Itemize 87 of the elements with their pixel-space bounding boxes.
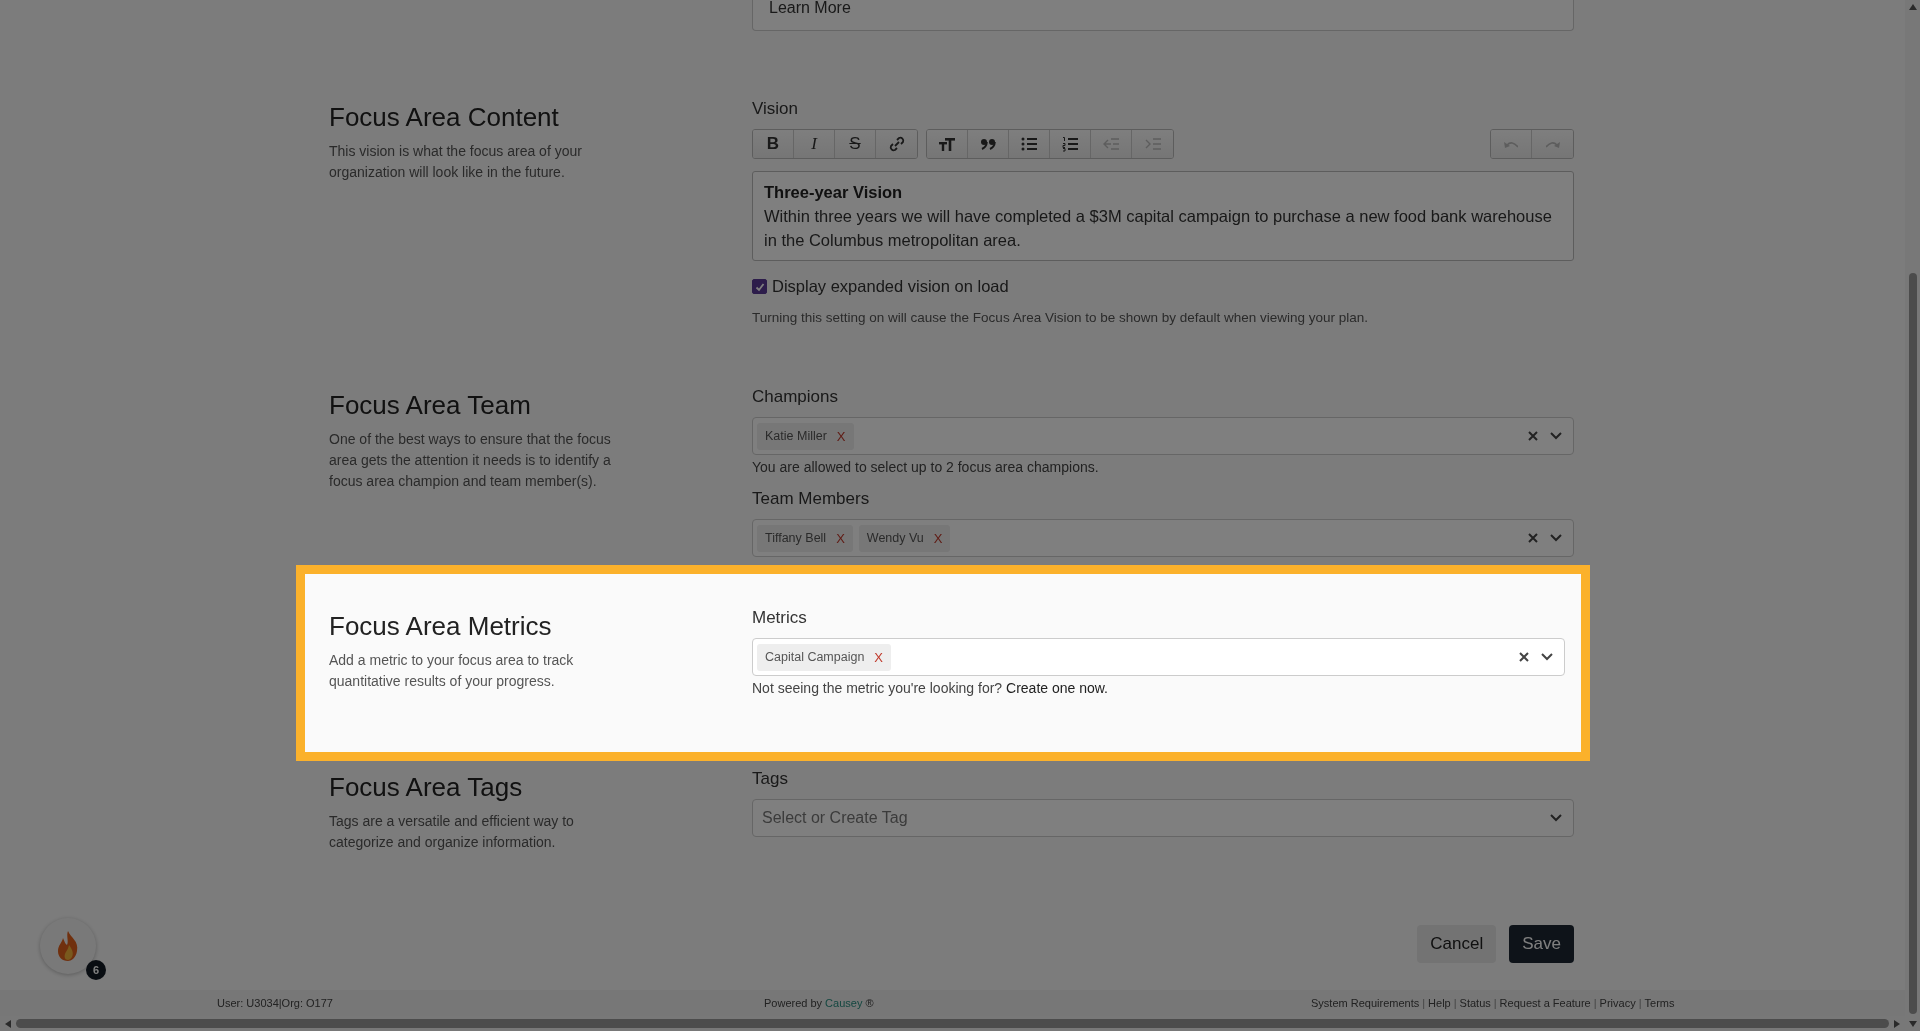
chevron-down-icon bbox=[1549, 532, 1563, 544]
separator-text: | bbox=[1593, 997, 1597, 1009]
scrollbar-thumb[interactable] bbox=[16, 1019, 1889, 1028]
select-field[interactable]: Katie Miller X bbox=[752, 417, 1574, 455]
clear-icon bbox=[1518, 651, 1530, 663]
footer-link[interactable]: Terms bbox=[1644, 997, 1675, 1009]
save-button[interactable]: Save bbox=[1509, 925, 1574, 963]
footer-link[interactable]: Privacy bbox=[1599, 997, 1636, 1009]
section-title: Focus Area Metrics bbox=[329, 611, 553, 642]
indent-icon bbox=[1143, 135, 1162, 153]
toolbar-button[interactable] bbox=[876, 130, 917, 158]
section-title: Focus Area Tags bbox=[329, 772, 524, 803]
tag-label: Katie Miller bbox=[765, 429, 827, 443]
section-description: Tags are a versatile and efficient way to categorize and organize information. bbox=[329, 812, 575, 852]
separator-text: | bbox=[1638, 997, 1642, 1009]
numbered-list-icon bbox=[1061, 135, 1079, 153]
scroll-right-icon bbox=[1893, 1018, 1901, 1029]
text-field[interactable]: Learn More bbox=[752, 0, 1574, 31]
powered-by-text: Powered by bbox=[764, 997, 823, 1009]
undo-icon bbox=[1504, 140, 1518, 148]
field-label: Tags bbox=[752, 769, 789, 789]
bullet-list-icon bbox=[1020, 135, 1038, 153]
checkmark-icon bbox=[754, 281, 765, 292]
editor-heading: Three-year Vision bbox=[764, 182, 904, 203]
section-title: Focus Area Team bbox=[329, 390, 532, 421]
vertical-scrollbar[interactable] bbox=[1905, 0, 1920, 1031]
checkbox[interactable] bbox=[752, 279, 767, 294]
toolbar-button[interactable] bbox=[1050, 130, 1091, 158]
separator-text: | bbox=[1493, 997, 1497, 1009]
user-info: User: U3034|Org: O177 bbox=[217, 997, 334, 1009]
editor-text: Within three years we will have completed a $3M capital campaign to purchase a new food bank warehouse in the Columbus metropolitan area. bbox=[764, 206, 1553, 251]
footer-link[interactable]: Help bbox=[1428, 997, 1451, 1009]
help-text: Not seeing the metric you're looking for? Create one now. bbox=[752, 680, 1109, 696]
select-field[interactable]: Capital Campaign X bbox=[752, 638, 1565, 676]
separator-text: | bbox=[1422, 997, 1426, 1009]
notification-badge: 6 bbox=[86, 960, 106, 980]
section-description: This vision is what the focus area of your organization will look like in the future. bbox=[329, 142, 583, 182]
brand-link[interactable]: Causey bbox=[825, 997, 863, 1009]
text-size-icon bbox=[938, 135, 956, 153]
redo-icon bbox=[1545, 140, 1560, 148]
create-link[interactable]: Create one now. bbox=[1006, 680, 1108, 696]
registered-mark: ® bbox=[865, 997, 874, 1009]
tag-label: Wendy Vu bbox=[866, 531, 924, 545]
chevron-down-icon bbox=[1540, 651, 1554, 663]
cancel-button[interactable]: Cancel bbox=[1417, 925, 1497, 963]
horizontal-scrollbar[interactable] bbox=[0, 1016, 1905, 1031]
remove-button[interactable]: X bbox=[874, 649, 884, 665]
scroll-up-icon bbox=[1907, 3, 1918, 11]
field-label: Champions bbox=[752, 387, 839, 407]
footer-link[interactable]: System Requirements bbox=[1311, 997, 1420, 1009]
tag-label: Tiffany Bell bbox=[765, 531, 827, 545]
remove-button[interactable]: X bbox=[836, 530, 845, 546]
section-description: Add a metric to your focus area to track quantitative results of your progress. bbox=[329, 651, 575, 691]
field-value: Learn More bbox=[769, 0, 851, 16]
checkbox-label: Display expanded vision on load bbox=[772, 277, 1009, 296]
scroll-down-icon bbox=[1907, 1020, 1918, 1028]
chevron-down-icon bbox=[1549, 812, 1563, 824]
toolbar-button[interactable] bbox=[1009, 130, 1050, 158]
tag-label: Capital Campaign bbox=[765, 650, 865, 664]
remove-button[interactable]: X bbox=[933, 530, 943, 546]
toolbar-button[interactable] bbox=[968, 130, 1009, 158]
scrollbar-thumb[interactable] bbox=[1908, 273, 1917, 1014]
toolbar-button[interactable]: S bbox=[835, 130, 876, 158]
select-field[interactable]: Tiffany Bell X Wendy Vu X bbox=[752, 519, 1574, 557]
section-description: One of the best ways to ensure that the focus area gets the attention it needs is to identify a focus area champion and team member(s). bbox=[329, 430, 612, 491]
field-label: Team Members bbox=[752, 489, 871, 509]
toolbar-button[interactable] bbox=[927, 130, 968, 158]
separator-text: | bbox=[1453, 997, 1457, 1009]
section-title: Focus Area Content bbox=[329, 102, 560, 133]
chevron-down-icon bbox=[1549, 430, 1563, 442]
clear-icon bbox=[1527, 430, 1539, 442]
remove-button[interactable]: X bbox=[836, 428, 846, 444]
select-field[interactable]: Select or Create Tag bbox=[752, 799, 1574, 837]
field-label: Vision bbox=[752, 99, 799, 119]
outdent-icon bbox=[1102, 135, 1120, 153]
toolbar-button[interactable]: B bbox=[753, 130, 794, 158]
placeholder: Select or Create Tag bbox=[761, 809, 908, 827]
footer-link[interactable]: Status bbox=[1459, 997, 1491, 1009]
scroll-left-icon bbox=[4, 1018, 12, 1029]
clear-icon bbox=[1527, 532, 1539, 544]
help-text: Turning this setting on will cause the Focus Area Vision to be shown by default when viewing your plan. bbox=[752, 310, 1370, 325]
link-icon bbox=[887, 135, 906, 153]
text-editor[interactable]: Three-year Vision Within three years we will have completed a $3M capital campaign to purchase a new food bank warehouse in the Columbus metropolitan area. bbox=[752, 171, 1574, 261]
toolbar-button[interactable]: I bbox=[794, 130, 835, 158]
field-label: Metrics bbox=[752, 608, 808, 628]
footer-link[interactable]: Request a Feature bbox=[1499, 997, 1591, 1009]
help-text: You are allowed to select up to 2 focus area champions. bbox=[752, 459, 1100, 475]
